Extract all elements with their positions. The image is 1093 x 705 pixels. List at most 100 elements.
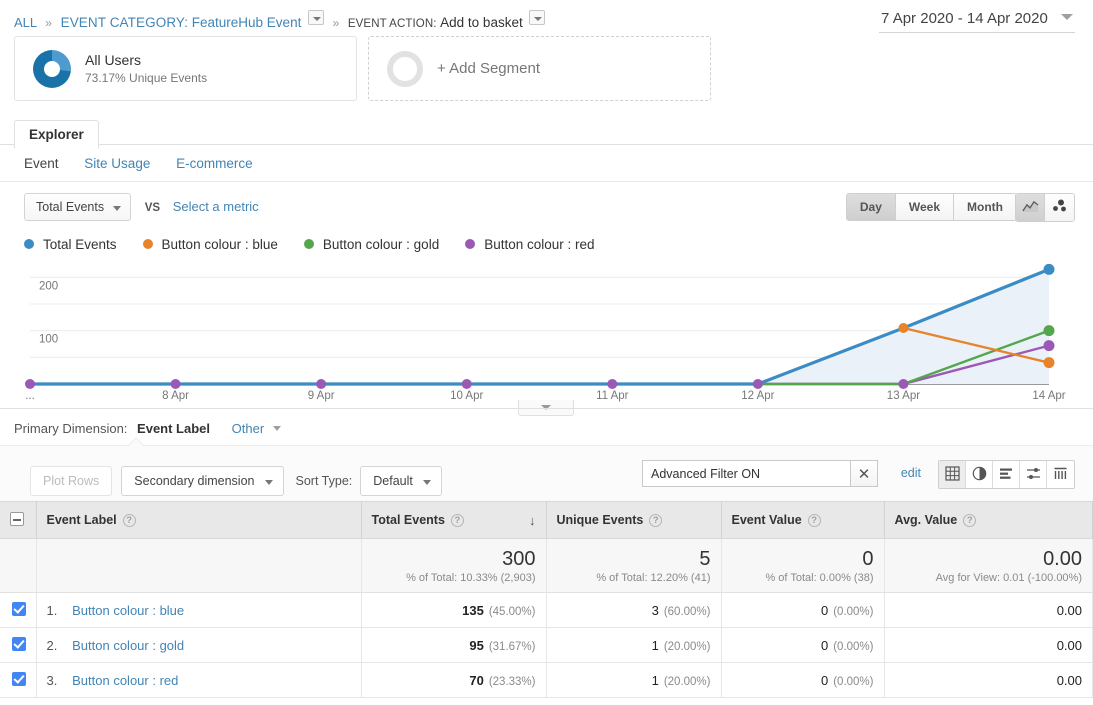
svg-text:...: ... [25, 390, 35, 402]
table-filter-input[interactable]: Advanced Filter ON [642, 460, 850, 487]
legend-label: Button colour : gold [323, 237, 439, 252]
row-total-events-pct: (31.67%) [489, 641, 536, 653]
help-icon[interactable]: ? [451, 514, 464, 527]
column-header-total-events[interactable]: Total Events? ↓ [361, 502, 546, 539]
table-totals-row: 300 % of Total: 10.33% (2,903) 5 % of To… [0, 539, 1093, 593]
timeline-chart-svg[interactable]: 100200...8 Apr9 Apr10 Apr11 Apr12 Apr13 … [14, 256, 1079, 406]
legend-item-button-colour-red[interactable]: Button colour : red [465, 237, 594, 252]
sub-tab-event[interactable]: Event [24, 156, 59, 171]
tab-explorer[interactable]: Explorer [14, 120, 99, 149]
help-icon[interactable]: ? [963, 514, 976, 527]
view-pivot-button[interactable] [1047, 461, 1074, 488]
breadcrumb-bar: ALL » EVENT CATEGORY: FeatureHub Event »… [0, 0, 1093, 36]
table-controls-bar: Plot Rows Secondary dimension Sort Type:… [0, 445, 1093, 501]
sort-type-label: Sort Type: [296, 474, 353, 488]
row-avg-value: 0.00 [1057, 673, 1082, 688]
column-header-avg-value[interactable]: Avg. Value? [884, 502, 1093, 539]
breadcrumb-separator-2: » [333, 16, 340, 30]
totals-label-cell [36, 539, 361, 593]
row-avg-value-cell: 0.00 [884, 628, 1093, 663]
metric-dropdown[interactable]: Total Events [24, 193, 131, 221]
granularity-week[interactable]: Week [896, 194, 954, 220]
sort-descending-icon[interactable]: ↓ [529, 513, 536, 528]
row-select-cell[interactable] [0, 628, 36, 663]
row-label-link[interactable]: Button colour : red [72, 673, 178, 688]
row-total-events-cell: 135(45.00%) [361, 593, 546, 628]
row-select-cell[interactable] [0, 663, 36, 698]
help-icon[interactable]: ? [123, 514, 136, 527]
row-avg-value-cell: 0.00 [884, 663, 1093, 698]
row-label-cell: 3. Button colour : red [36, 663, 361, 698]
granularity-day[interactable]: Day [847, 194, 896, 220]
legend-dot-icon [24, 239, 34, 249]
row-label-link[interactable]: Button colour : blue [72, 603, 184, 618]
totals-subtext: % of Total: 12.20% (41) [557, 572, 711, 584]
column-header-event-label[interactable]: Event Label? [36, 502, 361, 539]
segment-all-users[interactable]: All Users 73.17% Unique Events [14, 36, 357, 101]
row-avg-value: 0.00 [1057, 603, 1082, 618]
row-checkbox-icon[interactable] [12, 602, 26, 616]
edit-filter-link[interactable]: edit [901, 466, 921, 480]
sub-tab-ecommerce[interactable]: E-commerce [176, 156, 253, 171]
plot-rows-button[interactable]: Plot Rows [30, 466, 112, 496]
row-label-link[interactable]: Button colour : gold [72, 638, 184, 653]
svg-text:100: 100 [39, 334, 58, 346]
totals-checkbox-cell [0, 539, 36, 593]
table-row[interactable]: 2. Button colour : gold 95(31.67%) 1(20.… [0, 628, 1093, 663]
chevron-down-icon [1061, 14, 1073, 20]
row-checkbox-icon[interactable] [12, 672, 26, 686]
primary-dimension-row: Primary Dimension: Event Label Other [0, 409, 1093, 445]
chart-legend: Total Events Button colour : blue Button… [0, 228, 1093, 256]
row-checkbox-icon[interactable] [12, 637, 26, 651]
date-range-picker[interactable]: 7 Apr 2020 - 14 Apr 2020 [879, 8, 1075, 33]
select-all-header[interactable] [0, 502, 36, 539]
table-view-toggle-group [938, 460, 1075, 489]
line-chart-button[interactable] [1016, 194, 1045, 221]
clear-filter-icon[interactable]: ✕ [850, 460, 878, 487]
view-comparison-button[interactable] [1020, 461, 1047, 488]
segment-subtitle: 73.17% Unique Events [85, 70, 207, 86]
totals-event-value-cell: 0 % of Total: 0.00% (38) [721, 539, 884, 593]
row-unique-events: 1 [652, 638, 659, 653]
column-header-event-value[interactable]: Event Value? [721, 502, 884, 539]
totals-subtext: % of Total: 0.00% (38) [732, 572, 874, 584]
segment-title: All Users [85, 51, 207, 70]
breadcrumb-event-category-value[interactable]: FeatureHub Event [192, 15, 302, 30]
granularity-month[interactable]: Month [954, 194, 1016, 220]
view-percentage-button[interactable] [966, 461, 993, 488]
primary-dimension-value[interactable]: Event Label [137, 421, 210, 436]
event-action-dropdown-icon[interactable] [529, 10, 545, 25]
legend-label: Total Events [43, 237, 117, 252]
totals-subtext: Avg for View: 0.01 (-100.00%) [895, 572, 1083, 584]
help-icon[interactable]: ? [808, 514, 821, 527]
view-table-button[interactable] [939, 461, 966, 488]
primary-dimension-other[interactable]: Other [232, 421, 281, 436]
add-segment-button[interactable]: + Add Segment [368, 36, 711, 101]
legend-item-button-colour-gold[interactable]: Button colour : gold [304, 237, 439, 252]
sub-tab-site-usage[interactable]: Site Usage [84, 156, 150, 171]
svg-text:12 Apr: 12 Apr [741, 390, 774, 402]
breadcrumb-all[interactable]: ALL [14, 15, 37, 30]
legend-item-total-events[interactable]: Total Events [24, 237, 117, 252]
totals-value: 5 [557, 548, 711, 570]
event-category-dropdown-icon[interactable] [308, 10, 324, 25]
legend-dot-icon [304, 239, 314, 249]
breadcrumb-event-category-label[interactable]: EVENT CATEGORY: [61, 15, 189, 30]
motion-chart-button[interactable] [1045, 194, 1074, 221]
svg-text:8 Apr: 8 Apr [162, 390, 189, 402]
table-row[interactable]: 3. Button colour : red 70(23.33%) 1(20.0… [0, 663, 1093, 698]
column-header-unique-events[interactable]: Unique Events? [546, 502, 721, 539]
table-row[interactable]: 1. Button colour : blue 135(45.00%) 3(60… [0, 593, 1093, 628]
column-label: Unique Events [557, 513, 644, 527]
row-avg-value: 0.00 [1057, 638, 1082, 653]
secondary-dimension-dropdown[interactable]: Secondary dimension [121, 466, 283, 496]
sort-type-dropdown[interactable]: Default [360, 466, 442, 496]
select-a-metric-link[interactable]: Select a metric [173, 199, 259, 214]
svg-text:14 Apr: 14 Apr [1032, 390, 1065, 402]
pivot-icon [1053, 466, 1068, 484]
view-performance-button[interactable] [993, 461, 1020, 488]
legend-item-button-colour-blue[interactable]: Button colour : blue [143, 237, 278, 252]
help-icon[interactable]: ? [649, 514, 662, 527]
deselect-all-checkbox-icon[interactable] [10, 512, 24, 526]
row-select-cell[interactable] [0, 593, 36, 628]
